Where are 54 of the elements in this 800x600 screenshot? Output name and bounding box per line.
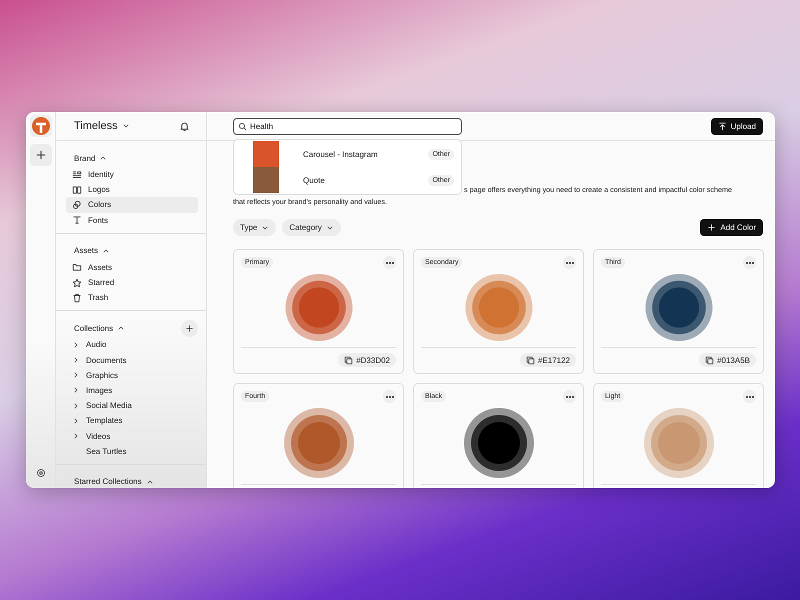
sidebar-item[interactable]: Identity bbox=[66, 167, 198, 182]
type-icon bbox=[72, 215, 82, 226]
section-title[interactable]: Brand bbox=[74, 154, 96, 162]
section-title[interactable]: Starred Collections bbox=[74, 477, 142, 486]
add-color-button[interactable]: Add Color bbox=[700, 219, 763, 236]
add-button[interactable] bbox=[30, 144, 52, 166]
workspace-switcher[interactable]: Timeless bbox=[74, 120, 130, 132]
search-field[interactable]: Health bbox=[233, 118, 462, 134]
plus-icon bbox=[34, 149, 46, 161]
sidebar-item[interactable]: Graphics bbox=[66, 368, 198, 383]
filter-dropdown[interactable]: Category bbox=[282, 219, 341, 236]
trash-icon bbox=[72, 292, 82, 303]
copy-icon bbox=[705, 356, 714, 364]
copy-hex-button[interactable]: #D33D02 bbox=[338, 353, 396, 367]
section-title[interactable]: Assets bbox=[74, 246, 98, 256]
more-button[interactable] bbox=[383, 390, 396, 403]
settings-icon bbox=[36, 468, 46, 478]
copy-icon bbox=[344, 356, 354, 364]
copy-hex-button[interactable]: #013A5B bbox=[699, 353, 756, 367]
more-button[interactable] bbox=[563, 390, 576, 403]
sidebar-item[interactable]: Templates bbox=[66, 413, 198, 428]
plus-icon bbox=[185, 324, 194, 333]
bell-icon bbox=[179, 120, 190, 132]
sidebar-item[interactable]: Documents bbox=[66, 352, 198, 368]
filter-dropdown[interactable]: Type bbox=[233, 219, 276, 236]
more-button[interactable] bbox=[743, 390, 756, 403]
upload-button[interactable]: Upload bbox=[710, 118, 763, 134]
plus-icon bbox=[707, 223, 716, 232]
more-button[interactable] bbox=[383, 256, 396, 269]
copy-hex-button[interactable]: #E17122 bbox=[520, 353, 576, 367]
sidebar-item[interactable]: Videos bbox=[66, 428, 198, 444]
add-collection-button[interactable] bbox=[181, 320, 198, 337]
more-button[interactable] bbox=[563, 256, 576, 269]
sidebar-item[interactable]: Social Media bbox=[66, 398, 198, 414]
sidebar-item[interactable]: Trash bbox=[66, 290, 198, 306]
folder-icon bbox=[72, 262, 82, 272]
text-lines-icon bbox=[72, 170, 82, 180]
sidebar-item[interactable]: Sea Turtles bbox=[66, 444, 198, 459]
upload-icon bbox=[718, 122, 727, 130]
copy-icon bbox=[526, 356, 535, 364]
logo-icon[interactable] bbox=[30, 115, 52, 137]
book-icon bbox=[72, 184, 82, 195]
sidebar-item[interactable]: Logos bbox=[66, 182, 198, 198]
sidebar-item[interactable]: Fonts bbox=[66, 212, 198, 228]
section-title[interactable]: Collections bbox=[74, 324, 114, 333]
more-button[interactable] bbox=[743, 256, 756, 269]
sidebar-item[interactable]: Starred bbox=[66, 274, 198, 290]
sidebar-item[interactable]: Colors bbox=[66, 197, 198, 213]
sidebar-item[interactable]: Assets bbox=[66, 260, 198, 275]
sidebar-item[interactable]: Images bbox=[66, 382, 198, 398]
star-icon bbox=[72, 278, 82, 288]
sidebar-item[interactable]: Audio bbox=[66, 337, 198, 352]
search-icon bbox=[238, 122, 247, 130]
chevron-down-icon bbox=[122, 122, 130, 130]
